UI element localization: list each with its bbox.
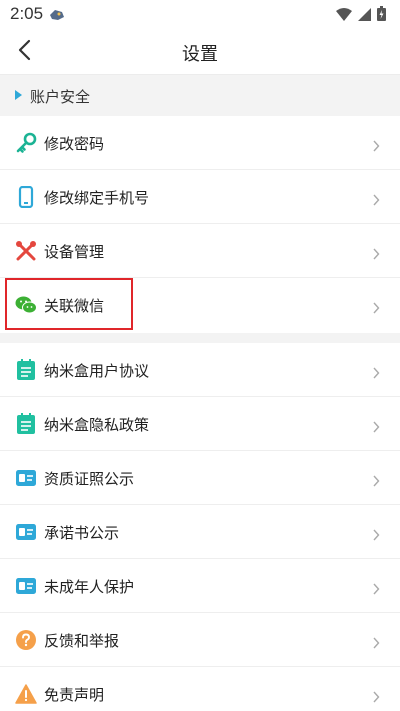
page-title: 设置 <box>182 44 218 65</box>
settings-item-qualification-license[interactable]: 资质证照公示 <box>0 451 400 505</box>
id-card-icon <box>15 575 37 597</box>
item-label: 修改绑定手机号 <box>44 189 150 207</box>
chevron-right-icon <box>372 364 380 379</box>
chevron-right-icon <box>372 472 380 487</box>
settings-item-change-phone[interactable]: 修改绑定手机号 <box>0 170 400 224</box>
chevron-right-icon <box>372 580 380 595</box>
status-time: 2:05 <box>10 4 44 23</box>
document-icon <box>15 413 37 435</box>
group-divider <box>0 333 400 343</box>
status-bar: 2:05 <box>0 0 400 28</box>
settings-item-disclaimer[interactable]: 免责声明 <box>0 667 400 711</box>
status-indicators <box>336 6 386 25</box>
settings-item-user-agreement[interactable]: 纳米盒用户协议 <box>0 343 400 397</box>
item-label: 设备管理 <box>44 243 105 261</box>
item-label: 未成年人保护 <box>44 578 135 596</box>
item-label: 纳米盒隐私政策 <box>44 416 150 434</box>
settings-item-change-password[interactable]: 修改密码 <box>0 116 400 170</box>
battery-icon <box>377 6 386 25</box>
signal-icon <box>358 6 371 25</box>
item-label: 承诺书公示 <box>44 524 120 542</box>
header: 设置 <box>0 28 400 74</box>
settings-item-link-wechat[interactable]: 关联微信 <box>0 278 400 333</box>
chevron-right-icon <box>372 191 380 206</box>
chevron-right-icon <box>372 418 380 433</box>
id-card-icon <box>15 467 37 489</box>
settings-item-device-management[interactable]: 设备管理 <box>0 224 400 278</box>
wechat-icon <box>15 294 37 316</box>
item-label: 免责声明 <box>44 686 105 704</box>
settings-item-commitment-letter[interactable]: 承诺书公示 <box>0 505 400 559</box>
item-label: 关联微信 <box>44 297 105 315</box>
item-label: 资质证照公示 <box>44 470 135 488</box>
settings-item-minor-protection[interactable]: 未成年人保护 <box>0 559 400 613</box>
chevron-right-icon <box>372 688 380 703</box>
item-label: 反馈和举报 <box>44 632 120 650</box>
phone-icon <box>15 186 37 208</box>
section-header: 账户安全 <box>0 74 400 116</box>
warning-icon <box>15 683 37 705</box>
chevron-right-icon <box>372 526 380 541</box>
item-label: 纳米盒用户协议 <box>44 362 150 380</box>
key-icon <box>15 132 37 154</box>
notification-app-icon <box>48 7 66 26</box>
id-card-icon <box>15 521 37 543</box>
section-title: 账户安全 <box>30 88 91 106</box>
tools-icon <box>15 240 37 262</box>
section-marker-icon <box>15 90 22 100</box>
item-label: 修改密码 <box>44 135 105 153</box>
chevron-right-icon <box>372 137 380 152</box>
chevron-right-icon <box>372 634 380 649</box>
settings-item-privacy-policy[interactable]: 纳米盒隐私政策 <box>0 397 400 451</box>
chevron-right-icon <box>372 245 380 260</box>
help-icon <box>15 629 37 651</box>
wifi-icon <box>336 6 352 25</box>
document-icon <box>15 359 37 381</box>
settings-item-feedback-report[interactable]: 反馈和举报 <box>0 613 400 667</box>
chevron-right-icon <box>372 299 380 314</box>
